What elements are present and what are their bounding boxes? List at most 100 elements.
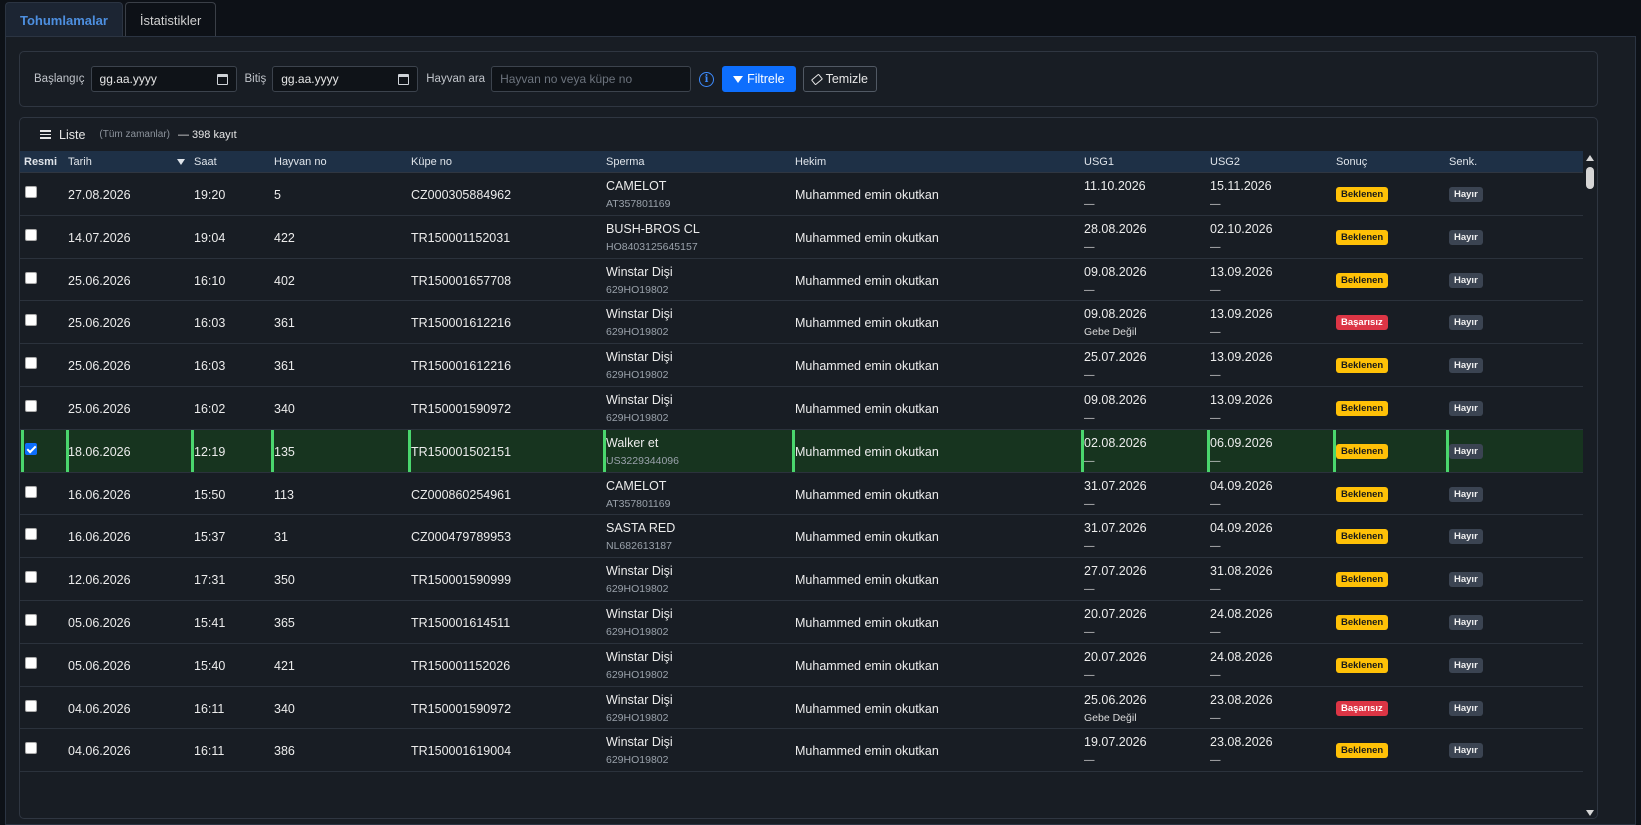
row-checkbox[interactable] (25, 699, 37, 712)
table-row[interactable]: 16.06.2026 15:37 31 CZ000479789953 Muhammed … (20, 515, 1585, 559)
row-checkbox[interactable] (25, 271, 37, 284)
cell-usg2: 24.08.2026 (1210, 607, 1273, 621)
clear-button-label: Temizle (825, 72, 868, 86)
cell-usg1: 28.08.2026 (1084, 221, 1147, 236)
cell-vet: Muhammed emin okutkan (795, 316, 939, 331)
col-usg1[interactable]: USG1 (1084, 156, 1114, 168)
row-checkbox[interactable] (25, 742, 37, 755)
cell-usg1: 25.07.2026 (1084, 350, 1147, 365)
cell-usg2: 04.09.2026 (1210, 478, 1273, 493)
table-row[interactable]: 05.06.2026 15:41 365 TR150001614511 Muhammed… (20, 601, 1585, 644)
table-row[interactable]: 25.06.2026 16:03 361 TR150001612216 Muhammed… (20, 301, 1585, 345)
table-row[interactable]: 12.06.2026 17:31 350 TR150001590999 Muhammed… (20, 558, 1585, 601)
filter-button[interactable]: Filtrele (722, 66, 796, 92)
table-row[interactable]: 04.06.2026 16:11 340 TR150001590972 Muhammed… (20, 687, 1585, 730)
cell-usg1-sub: — (1084, 240, 1095, 253)
end-date-input[interactable]: gg.aa.yyyy (272, 66, 419, 92)
calendar-icon[interactable] (398, 73, 410, 85)
sync-badge: Hayır (1449, 743, 1483, 759)
row-checkbox[interactable] (25, 400, 37, 412)
cell-usg1-sub: — (1084, 668, 1095, 681)
cell-animal-no: 422 (274, 230, 295, 245)
row-checkbox[interactable] (25, 314, 37, 327)
col-resmi[interactable]: Resmi (24, 156, 57, 168)
col-hayvan-no[interactable]: Hayvan no (274, 156, 327, 168)
cell-vet: Muhammed emin okutkan (795, 402, 939, 416)
row-checkbox[interactable] (25, 528, 37, 541)
row-checkbox[interactable] (25, 228, 37, 241)
list-subtitle: (Tüm zamanlar) (99, 129, 170, 140)
clear-button[interactable]: Temizle (802, 66, 877, 92)
table-row[interactable]: 25.06.2026 16:02 340 TR150001590972 Muhammed… (20, 387, 1585, 430)
scroll-up-icon[interactable] (1586, 155, 1594, 161)
col-sonuc[interactable]: Sonuç (1336, 156, 1367, 168)
table-scrollbar[interactable] (1583, 151, 1597, 818)
cell-tag-no: CZ000860254961 (411, 487, 512, 502)
info-icon[interactable]: i (699, 71, 715, 87)
calendar-icon[interactable] (216, 73, 228, 85)
status-badge: Beklenen (1336, 615, 1389, 630)
scroll-down-icon[interactable] (1586, 810, 1594, 816)
scroll-thumb[interactable] (1586, 167, 1594, 189)
row-checkbox[interactable] (25, 442, 37, 455)
cell-usg2: 24.08.2026 (1210, 649, 1273, 664)
animal-search-input[interactable] (491, 66, 692, 92)
cell-usg2: 13.09.2026 (1210, 307, 1273, 322)
table-row[interactable]: 16.06.2026 15:50 113 CZ000860254961 Muhammed… (20, 473, 1585, 516)
cell-usg1: 09.08.2026 (1084, 264, 1147, 279)
col-kupe-no[interactable]: Küpe no (411, 156, 452, 168)
col-senk[interactable]: Senk. (1449, 156, 1477, 168)
col-hekim[interactable]: Hekim (795, 156, 826, 168)
status-badge: Başarısız (1336, 700, 1388, 716)
cell-time: 15:40 (194, 658, 226, 673)
cell-time: 15:50 (194, 487, 226, 502)
cell-animal-no: 350 (274, 573, 295, 588)
row-checkbox[interactable] (25, 571, 37, 584)
cell-date: 05.06.2026 (68, 616, 131, 630)
tab-istatistikler[interactable]: İstatistikler (124, 2, 217, 37)
table-row[interactable]: 25.06.2026 16:10 402 TR150001657708 Muhammed… (20, 259, 1585, 302)
start-date-value: gg.aa.yyyy (99, 72, 157, 86)
cell-usg1: 31.07.2026 (1084, 478, 1147, 493)
animal-search-label: Hayvan ara (426, 73, 486, 85)
cell-vet: Muhammed emin okutkan (795, 573, 939, 588)
status-badge: Beklenen (1336, 187, 1389, 202)
sort-down-icon[interactable] (177, 159, 185, 165)
cell-usg1-sub: — (1084, 369, 1095, 382)
cell-vet: Muhammed emin okutkan (795, 744, 939, 759)
col-saat[interactable]: Saat (194, 156, 217, 168)
cell-usg2-sub: — (1210, 497, 1221, 510)
col-tarih[interactable]: Tarih (68, 156, 92, 168)
row-checkbox[interactable] (25, 357, 37, 370)
table-row[interactable]: 14.07.2026 19:04 422 TR150001152031 Muhammed… (20, 216, 1585, 259)
col-usg2[interactable]: USG2 (1210, 156, 1240, 168)
cell-date: 25.06.2026 (68, 359, 131, 374)
cell-usg1-sub: — (1084, 283, 1095, 296)
cell-usg2: 13.09.2026 (1210, 393, 1273, 407)
col-sperma[interactable]: Sperma (606, 156, 645, 168)
row-checkbox[interactable] (25, 186, 37, 198)
cell-usg1-sub: — (1084, 626, 1095, 638)
row-checkbox[interactable] (25, 656, 37, 669)
row-checkbox[interactable] (25, 485, 37, 498)
cell-usg1: 02.08.2026 (1084, 435, 1147, 450)
start-date-input[interactable]: gg.aa.yyyy (90, 66, 237, 92)
cell-usg1: 19.07.2026 (1084, 735, 1147, 750)
cell-sperm-sub: 629HO19802 (606, 626, 669, 638)
table-row[interactable]: 27.08.2026 19:20 5 CZ000305884962 Muhammed e… (20, 173, 1585, 216)
status-badge: Beklenen (1336, 486, 1389, 502)
cell-usg1: 09.08.2026 (1084, 393, 1147, 407)
cell-usg2: 02.10.2026 (1210, 221, 1273, 236)
table-row[interactable]: 05.06.2026 15:40 421 TR150001152026 Muhammed… (20, 644, 1585, 687)
cell-vet: Muhammed emin okutkan (795, 658, 939, 673)
row-checkbox[interactable] (25, 614, 37, 626)
sync-badge: Hayır (1449, 229, 1483, 245)
cell-vet: Muhammed emin okutkan (795, 273, 939, 288)
status-badge: Beklenen (1336, 401, 1389, 416)
records-table: Resmi Tarih Saat Hayvan no Küpe no Sperm… (20, 151, 1585, 773)
table-row[interactable]: 18.06.2026 12:19 135 TR150001502151 Muhammed… (20, 429, 1585, 473)
tab-tohumlamalar[interactable]: Tohumlamalar (5, 2, 123, 37)
table-row[interactable]: 04.06.2026 16:11 386 TR150001619004 Muhammed… (20, 729, 1585, 773)
table-row[interactable]: 25.06.2026 16:03 361 TR150001612216 Muhammed… (20, 344, 1585, 387)
cell-date: 25.06.2026 (68, 402, 131, 416)
